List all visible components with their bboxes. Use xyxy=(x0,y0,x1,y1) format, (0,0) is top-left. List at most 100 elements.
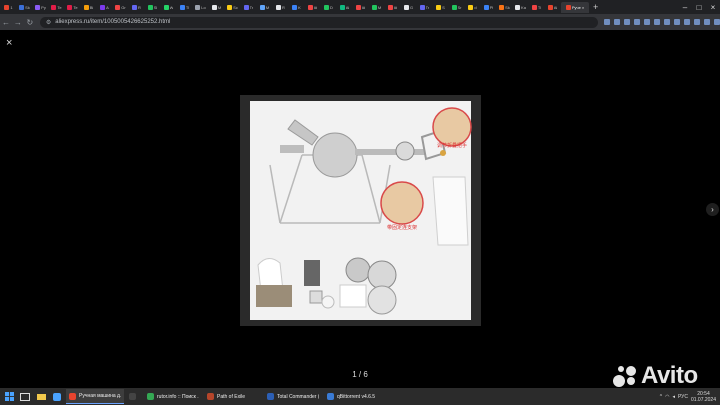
extension-icon[interactable] xyxy=(603,19,610,25)
tab[interactable]: Sl xyxy=(145,2,160,13)
new-tab-button[interactable]: + xyxy=(593,2,598,12)
tab[interactable]: R xyxy=(273,2,288,13)
tab[interactable]: Gr xyxy=(113,2,128,13)
address-bar[interactable]: ⚙ aliexpress.ru/item/1005005426625252.ht… xyxy=(39,16,598,28)
tab-active[interactable]: Руче × xyxy=(561,1,589,13)
extension-icon[interactable] xyxy=(653,19,660,25)
avito-watermark: Avito xyxy=(612,362,698,390)
tab-label: A xyxy=(106,4,109,10)
tab[interactable]: D xyxy=(321,2,336,13)
tab[interactable]: Af xyxy=(385,2,400,13)
app-label: Ручная машина д... xyxy=(79,393,121,399)
site-info-icon[interactable]: ⚙ xyxy=(46,19,51,26)
start-button[interactable] xyxy=(2,390,16,404)
taskbar-app[interactable]: Path of Exile xyxy=(204,389,262,404)
taskbar-app[interactable]: qBittorrent v4.6.5 xyxy=(324,389,382,404)
task-view-icon[interactable] xyxy=(18,390,32,404)
extension-icon[interactable] xyxy=(703,19,710,25)
image-counter: 1 / 6 xyxy=(352,370,368,379)
tab-favicon xyxy=(307,4,313,10)
tab-label: R xyxy=(138,4,141,10)
close-viewer-button[interactable]: × xyxy=(6,37,12,49)
tab[interactable]: Af xyxy=(353,2,368,13)
tab-favicon xyxy=(451,4,457,10)
tab-favicon xyxy=(276,4,282,10)
tab[interactable]: Ka xyxy=(513,2,528,13)
tab[interactable]: Ai xyxy=(337,2,352,13)
extension-icon[interactable] xyxy=(613,19,620,25)
extension-icon[interactable] xyxy=(683,19,690,25)
tab-favicon xyxy=(259,4,265,10)
tab[interactable]: Sr xyxy=(449,2,464,13)
app-icon xyxy=(69,392,76,400)
minimize-button[interactable]: – xyxy=(678,3,692,12)
tab[interactable]: Sk xyxy=(497,2,512,13)
extension-icon[interactable] xyxy=(693,19,700,25)
tab[interactable]: M xyxy=(369,2,384,13)
tab[interactable]: Py xyxy=(33,2,48,13)
tab[interactable]: M xyxy=(257,2,272,13)
tab-label: D xyxy=(330,4,333,10)
taskbar-app[interactable] xyxy=(126,389,142,404)
tab[interactable]: d xyxy=(465,2,480,13)
clock[interactable]: 20:54 01.07.2024 xyxy=(691,391,716,403)
tab-label: M xyxy=(377,4,382,10)
volume-icon[interactable]: ◂ xyxy=(672,394,675,400)
extension-icon[interactable] xyxy=(643,19,650,25)
network-icon[interactable]: ◠ xyxy=(665,394,669,400)
tab[interactable]: W xyxy=(161,2,176,13)
tab-favicon xyxy=(387,4,393,10)
tab[interactable]: K xyxy=(289,2,304,13)
tab[interactable]: Ai xyxy=(545,2,560,13)
extension-icon[interactable] xyxy=(623,19,630,25)
reload-button[interactable]: ↻ xyxy=(24,18,36,27)
taskbar-app-list: Ручная машина д... rutor.info :: Поиск ..… xyxy=(64,389,382,404)
language-indicator[interactable]: РУС xyxy=(678,394,688,400)
taskbar-app[interactable]: rutor.info :: Поиск ... xyxy=(144,389,202,404)
taskbar-app[interactable]: Total Commander (... xyxy=(264,389,322,404)
tab[interactable]: Te xyxy=(49,2,64,13)
tab[interactable]: Pl xyxy=(481,2,496,13)
maximize-button[interactable]: □ xyxy=(692,3,706,12)
taskbar-app[interactable]: Ручная машина д... xyxy=(66,389,124,404)
extension-icon[interactable] xyxy=(673,19,680,25)
pinned-app-icon[interactable] xyxy=(50,390,64,404)
tab[interactable]: G xyxy=(401,2,416,13)
tab[interactable]: S xyxy=(433,2,448,13)
tab[interactable]: Lo xyxy=(193,2,208,13)
extension-icon[interactable] xyxy=(633,19,640,25)
tab[interactable]: Sk xyxy=(17,2,32,13)
next-image-button[interactable]: › xyxy=(706,203,719,216)
tab-label: Bi xyxy=(89,4,94,10)
tab-favicon xyxy=(371,4,377,10)
callout-label-top: 调节折叠把手 xyxy=(437,142,467,149)
tab[interactable]: R xyxy=(129,2,144,13)
window-close-button[interactable]: × xyxy=(706,3,720,12)
tab-label: S xyxy=(442,4,445,10)
tab[interactable]: Te xyxy=(65,2,80,13)
tab[interactable]: Tl xyxy=(177,2,192,13)
tab[interactable]: A xyxy=(97,2,112,13)
extension-icon[interactable] xyxy=(713,19,720,25)
forward-button[interactable]: → xyxy=(12,18,24,27)
tab-label: Tl xyxy=(185,4,190,10)
back-button[interactable]: ← xyxy=(0,18,12,27)
tab-label: M xyxy=(217,4,222,10)
tab[interactable]: M xyxy=(209,2,224,13)
tab-favicon xyxy=(227,4,233,10)
tab-favicon xyxy=(100,4,106,10)
tab-label: Pl xyxy=(489,4,494,10)
tab[interactable]: Sc xyxy=(225,2,240,13)
tab-favicon xyxy=(547,4,553,10)
tab-favicon xyxy=(67,4,73,10)
tray-chevron-icon[interactable]: ^ xyxy=(660,394,662,400)
tab[interactable]: Af xyxy=(305,2,320,13)
tab[interactable]: Bi xyxy=(81,2,96,13)
tab[interactable]: Ti xyxy=(529,2,544,13)
tab-close-icon[interactable]: × xyxy=(582,5,584,10)
tab[interactable]: 1 xyxy=(1,2,16,13)
tab[interactable]: Tr xyxy=(417,2,432,13)
extension-icon[interactable] xyxy=(663,19,670,25)
tab[interactable]: Tr xyxy=(241,2,256,13)
file-explorer-icon[interactable] xyxy=(34,390,48,404)
